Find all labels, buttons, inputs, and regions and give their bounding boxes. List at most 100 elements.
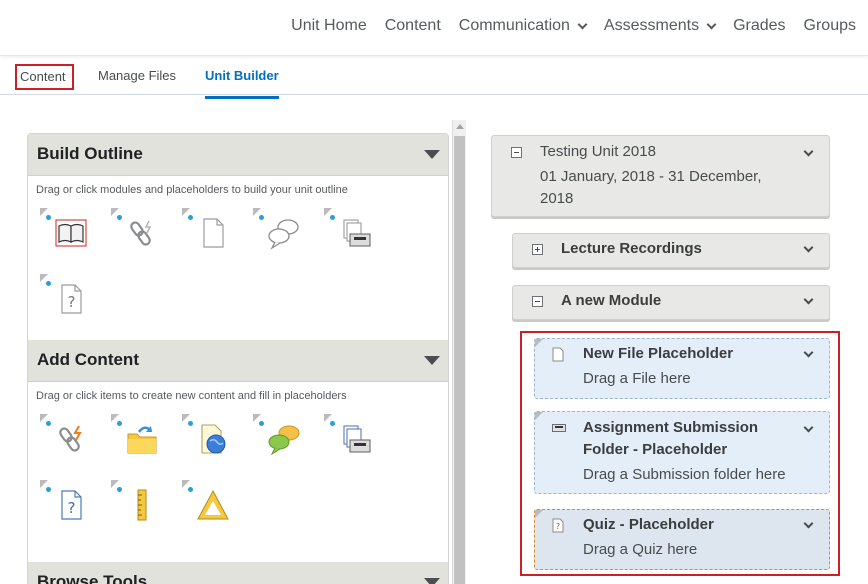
add-content-header[interactable]: Add Content <box>28 340 448 382</box>
collapse-toggle-icon[interactable] <box>511 147 522 158</box>
new-link-icon <box>59 425 82 452</box>
top-navbar: Unit Home Content Communication Assessme… <box>0 0 868 56</box>
left-panel-scrollbar[interactable] <box>452 120 466 584</box>
corner-marker <box>535 412 543 420</box>
unit-dates-line2: 2018 <box>540 190 574 207</box>
dot-marker <box>188 421 193 426</box>
nav-communication-label: Communication <box>458 17 570 34</box>
browse-tools-header[interactable]: Browse Tools <box>28 562 448 584</box>
unit-dates-line1: 01 January, 2018 - 31 December, <box>540 168 762 185</box>
quiz-placeholder[interactable]: ? Quiz - Placeholder Drag a Quiz here <box>534 509 830 570</box>
quiz-placeholder-tile[interactable]: ? <box>40 274 96 330</box>
nav-groups-label: Groups <box>803 17 856 34</box>
module-a-new-module[interactable]: A new Module <box>512 285 830 320</box>
quiz-placeholder-icon: ? <box>61 284 82 314</box>
placeholder-hint: Drag a File here <box>583 370 691 387</box>
dot-marker <box>117 487 122 492</box>
scroll-thumb[interactable] <box>454 136 465 584</box>
new-submission-folder-tile[interactable] <box>324 414 380 470</box>
triangle-tile[interactable] <box>182 480 238 536</box>
file-placeholder-tile[interactable] <box>182 208 238 264</box>
module-book-icon <box>55 219 87 247</box>
ruler-icon <box>137 489 147 521</box>
module-tile[interactable] <box>40 208 96 264</box>
add-content-description: Drag or click items to create new conten… <box>36 390 347 402</box>
dot-marker <box>46 421 51 426</box>
submission-folder-icon <box>552 424 566 432</box>
build-outline-icons: ? <box>28 204 448 340</box>
browse-tools-title: Browse Tools <box>37 572 148 584</box>
chevron-down-icon <box>706 19 717 29</box>
chevron-down-icon[interactable] <box>803 146 814 157</box>
dot-marker <box>188 215 193 220</box>
collapse-arrow-icon[interactable] <box>424 578 440 584</box>
scroll-up-arrow-icon[interactable] <box>456 124 464 129</box>
nav-content-label: Content <box>384 17 441 34</box>
nav-grades-label: Grades <box>733 17 786 34</box>
corner-marker <box>535 339 543 347</box>
discussion-placeholder-tile[interactable] <box>253 208 309 264</box>
new-discussion-tile[interactable] <box>253 414 309 470</box>
upload-folder-icon <box>127 426 157 454</box>
nav-content[interactable]: Content <box>385 17 441 35</box>
build-outline-title: Build Outline <box>37 144 143 163</box>
build-outline-description: Drag or click modules and placeholders t… <box>36 184 348 196</box>
chevron-down-icon <box>577 19 588 29</box>
nav-unit-home[interactable]: Unit Home <box>291 17 367 35</box>
chevron-down-icon[interactable] <box>803 518 814 529</box>
chevron-down-icon[interactable] <box>803 347 814 358</box>
placeholder-title-line2: Folder - Placeholder <box>583 441 728 458</box>
add-content-icons: ? <box>28 410 448 562</box>
placeholder-hint: Drag a Quiz here <box>583 541 698 558</box>
placeholder-title-line1: Assignment Submission <box>583 419 759 436</box>
collapse-arrow-icon[interactable] <box>424 356 440 365</box>
placeholder-hint: Drag a Submission folder here <box>583 466 786 483</box>
build-outline-header[interactable]: Build Outline <box>28 134 448 176</box>
new-submission-folder-icon <box>343 425 371 453</box>
unit-root-node[interactable]: Testing Unit 2018 01 January, 2018 - 31 … <box>491 135 830 217</box>
expand-toggle-icon[interactable] <box>532 244 543 255</box>
dot-marker <box>330 215 335 220</box>
svg-text:?: ? <box>68 293 76 311</box>
chevron-down-icon[interactable] <box>803 242 814 253</box>
quiz-icon: ? <box>552 518 564 533</box>
nav-communication[interactable]: Communication <box>458 17 588 35</box>
module-lecture-recordings[interactable]: Lecture Recordings <box>512 233 830 268</box>
submission-folder-placeholder-icon <box>343 219 371 247</box>
dot-marker <box>188 487 193 492</box>
chevron-down-icon[interactable] <box>803 294 814 305</box>
builder-tools-panel: Build Outline Drag or click modules and … <box>27 133 449 584</box>
nav-unit-home-label: Unit Home <box>291 17 367 34</box>
new-quiz-icon: ? <box>61 490 82 520</box>
dot-marker <box>117 421 122 426</box>
file-icon <box>552 347 564 362</box>
new-link-tile[interactable] <box>40 414 96 470</box>
ruler-tile[interactable] <box>111 480 167 536</box>
submission-folder-placeholder[interactable]: Assignment Submission Folder - Placehold… <box>534 411 830 494</box>
svg-text:?: ? <box>556 522 560 531</box>
submission-folder-placeholder-tile[interactable] <box>324 208 380 264</box>
new-quiz-tile[interactable]: ? <box>40 480 96 536</box>
tab-unit-builder[interactable]: Unit Builder <box>205 68 279 99</box>
nav-items: Unit Home Content Communication Assessme… <box>273 17 856 35</box>
nav-grades[interactable]: Grades <box>733 17 785 35</box>
upload-folder-tile[interactable] <box>111 414 167 470</box>
dot-marker <box>46 281 51 286</box>
file-placeholder[interactable]: New File Placeholder Drag a File here <box>534 338 830 399</box>
chevron-down-icon[interactable] <box>803 422 814 433</box>
add-content-title: Add Content <box>37 350 139 369</box>
link-placeholder-tile[interactable] <box>111 208 167 264</box>
content-subtabs: Content Manage Files Unit Builder <box>0 57 868 99</box>
tab-content[interactable]: Content <box>15 64 74 90</box>
module-title: Lecture Recordings <box>561 240 702 257</box>
nav-groups[interactable]: Groups <box>804 17 856 35</box>
placeholder-title: New File Placeholder <box>583 345 734 362</box>
tab-manage-files[interactable]: Manage Files <box>98 68 176 83</box>
nav-assessments[interactable]: Assessments <box>603 17 717 35</box>
new-discussion-icon <box>268 425 300 456</box>
collapse-arrow-icon[interactable] <box>424 150 440 159</box>
new-web-page-tile[interactable] <box>182 414 238 470</box>
discussion-placeholder-icon <box>268 219 299 250</box>
collapse-toggle-icon[interactable] <box>532 296 543 307</box>
nav-assessments-label: Assessments <box>603 17 700 34</box>
